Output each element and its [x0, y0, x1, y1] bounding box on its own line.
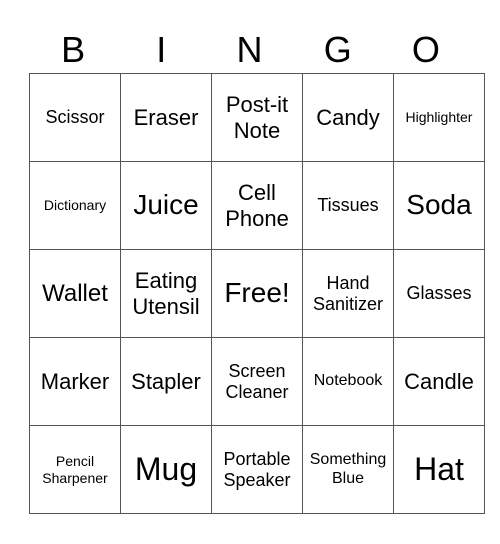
- bingo-cell[interactable]: Eating Utensil: [120, 249, 212, 338]
- bingo-cell[interactable]: Soda: [393, 161, 485, 250]
- bingo-cell[interactable]: Stapler: [120, 337, 212, 426]
- bingo-cell[interactable]: Scissor: [29, 73, 121, 162]
- bingo-cell[interactable]: Cell Phone: [211, 161, 303, 250]
- grid-row: Dictionary Juice Cell Phone Tissues Soda: [29, 161, 485, 250]
- header-letter-g: G: [323, 29, 352, 70]
- grid-row: Wallet Eating Utensil Free! Hand Sanitiz…: [29, 249, 485, 338]
- bingo-cell[interactable]: Notebook: [302, 337, 394, 426]
- bingo-cell[interactable]: Portable Speaker: [211, 425, 303, 514]
- bingo-header: B I N G O: [29, 28, 470, 72]
- bingo-cell[interactable]: Tissues: [302, 161, 394, 250]
- bingo-cell[interactable]: Glasses: [393, 249, 485, 338]
- bingo-cell[interactable]: Candy: [302, 73, 394, 162]
- grid-row: Marker Stapler Screen Cleaner Notebook C…: [29, 337, 485, 426]
- bingo-cell[interactable]: Dictionary: [29, 161, 121, 250]
- header-letter-o: O: [411, 29, 440, 70]
- grid-row: Pencil Sharpener Mug Portable Speaker So…: [29, 425, 485, 514]
- header-letter-i: I: [156, 29, 167, 70]
- header-letter-b: B: [61, 29, 86, 70]
- bingo-cell[interactable]: Something Blue: [302, 425, 394, 514]
- bingo-cell-free[interactable]: Free!: [211, 249, 303, 338]
- bingo-cell[interactable]: Post-it Note: [211, 73, 303, 162]
- bingo-cell[interactable]: Juice: [120, 161, 212, 250]
- bingo-cell[interactable]: Pencil Sharpener: [29, 425, 121, 514]
- bingo-cell[interactable]: Candle: [393, 337, 485, 426]
- bingo-cell[interactable]: Wallet: [29, 249, 121, 338]
- header-letter-n: N: [236, 29, 263, 70]
- bingo-grid: Scissor Eraser Post-it Note Candy Highli…: [29, 73, 485, 514]
- bingo-cell[interactable]: Eraser: [120, 73, 212, 162]
- bingo-cell[interactable]: Screen Cleaner: [211, 337, 303, 426]
- bingo-cell[interactable]: Marker: [29, 337, 121, 426]
- bingo-cell[interactable]: Hand Sanitizer: [302, 249, 394, 338]
- bingo-cell[interactable]: Mug: [120, 425, 212, 514]
- bingo-cell[interactable]: Hat: [393, 425, 485, 514]
- bingo-cell[interactable]: Highlighter: [393, 73, 485, 162]
- grid-row: Scissor Eraser Post-it Note Candy Highli…: [29, 73, 485, 162]
